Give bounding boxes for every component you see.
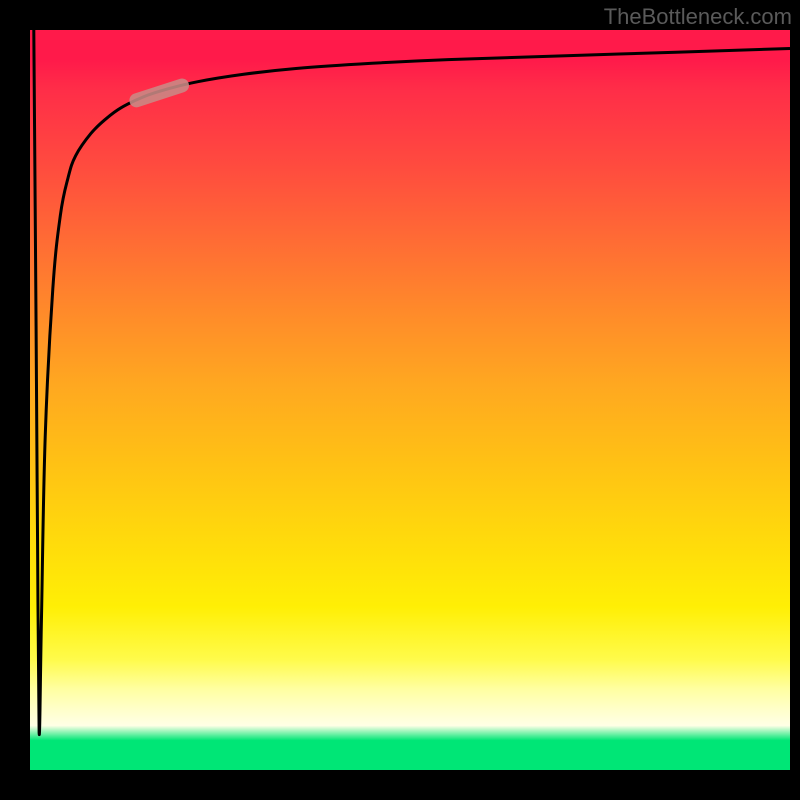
watermark-text: TheBottleneck.com [604, 4, 792, 30]
bottleneck-curve [34, 30, 790, 735]
plot-area [30, 30, 790, 770]
curve-highlight-marker [136, 86, 182, 101]
curve-svg [30, 30, 790, 770]
chart-container: TheBottleneck.com [0, 0, 800, 800]
